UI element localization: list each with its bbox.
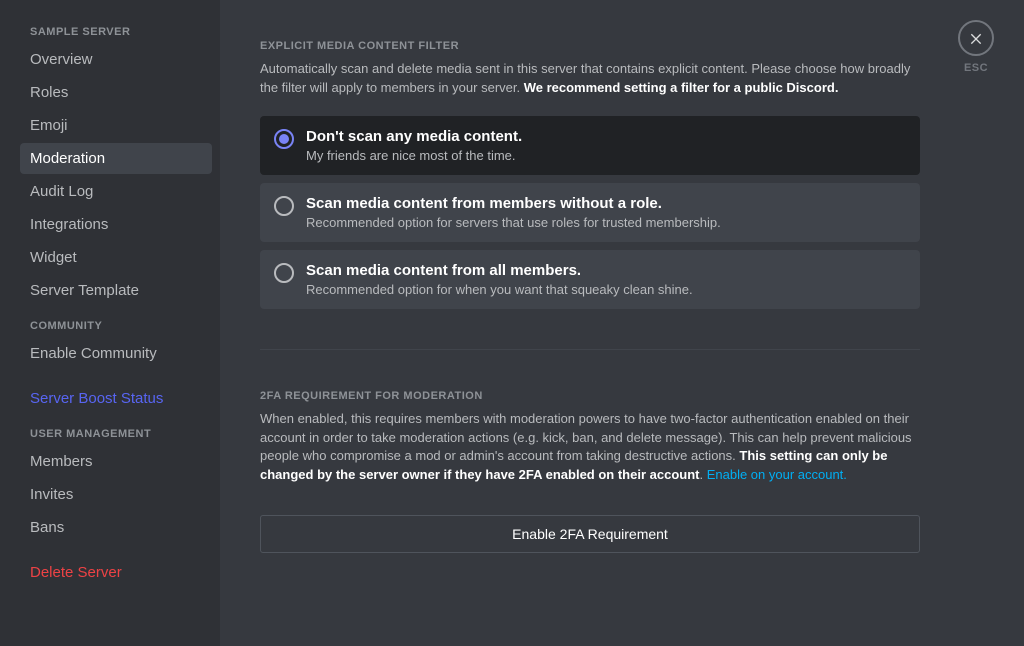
radio-text: Scan media content from all members. Rec… (306, 262, 906, 297)
sidebar-item-moderation[interactable]: Moderation (20, 143, 212, 174)
filter-option-all[interactable]: Scan media content from all members. Rec… (260, 250, 920, 309)
filter-radio-group: Don't scan any media content. My friends… (260, 116, 920, 309)
radio-icon (274, 263, 294, 283)
radio-subtitle: My friends are nice most of the time. (306, 148, 906, 163)
twofa-heading: 2FA REQUIREMENT FOR MODERATION (260, 390, 920, 402)
sidebar-item-roles[interactable]: Roles (20, 77, 212, 108)
twofa-enable-link[interactable]: Enable on your account. (707, 467, 847, 482)
filter-description: Automatically scan and delete media sent… (260, 60, 920, 98)
main-content: ESC EXPLICIT MEDIA CONTENT FILTER Automa… (220, 0, 1024, 646)
radio-text: Scan media content from members without … (306, 195, 906, 230)
sidebar-item-widget[interactable]: Widget (20, 242, 212, 273)
filter-option-no-role[interactable]: Scan media content from members without … (260, 183, 920, 242)
sidebar-item-bans[interactable]: Bans (20, 512, 212, 543)
radio-title: Don't scan any media content. (306, 128, 906, 145)
filter-desc-bold: We recommend setting a filter for a publ… (524, 80, 839, 95)
filter-option-none[interactable]: Don't scan any media content. My friends… (260, 116, 920, 175)
close-container: ESC (958, 20, 994, 74)
filter-heading: EXPLICIT MEDIA CONTENT FILTER (260, 40, 920, 52)
sidebar-header-community: COMMUNITY (20, 314, 212, 338)
radio-subtitle: Recommended option for when you want tha… (306, 282, 906, 297)
sidebar-item-overview[interactable]: Overview (20, 44, 212, 75)
sidebar-item-invites[interactable]: Invites (20, 479, 212, 510)
sidebar-item-audit-log[interactable]: Audit Log (20, 176, 212, 207)
sidebar-item-members[interactable]: Members (20, 446, 212, 477)
sidebar-item-emoji[interactable]: Emoji (20, 110, 212, 141)
sidebar-header-server: SAMPLE SERVER (20, 20, 212, 44)
radio-subtitle: Recommended option for servers that use … (306, 215, 906, 230)
radio-title: Scan media content from all members. (306, 262, 906, 279)
radio-title: Scan media content from members without … (306, 195, 906, 212)
twofa-description: When enabled, this requires members with… (260, 410, 920, 485)
sidebar-item-delete-server[interactable]: Delete Server (20, 557, 212, 588)
close-button[interactable] (958, 20, 994, 56)
sidebar-item-enable-community[interactable]: Enable Community (20, 338, 212, 369)
settings-sidebar: SAMPLE SERVER Overview Roles Emoji Moder… (0, 0, 220, 646)
sidebar-item-integrations[interactable]: Integrations (20, 209, 212, 240)
radio-icon (274, 196, 294, 216)
enable-2fa-button[interactable]: Enable 2FA Requirement (260, 515, 920, 553)
sidebar-header-user-management: USER MANAGEMENT (20, 422, 212, 446)
close-label: ESC (964, 62, 988, 74)
close-icon (968, 30, 984, 46)
radio-text: Don't scan any media content. My friends… (306, 128, 906, 163)
sidebar-item-server-boost[interactable]: Server Boost Status (20, 383, 212, 414)
sidebar-item-server-template[interactable]: Server Template (20, 275, 212, 306)
section-divider (260, 349, 920, 350)
radio-icon (274, 129, 294, 149)
